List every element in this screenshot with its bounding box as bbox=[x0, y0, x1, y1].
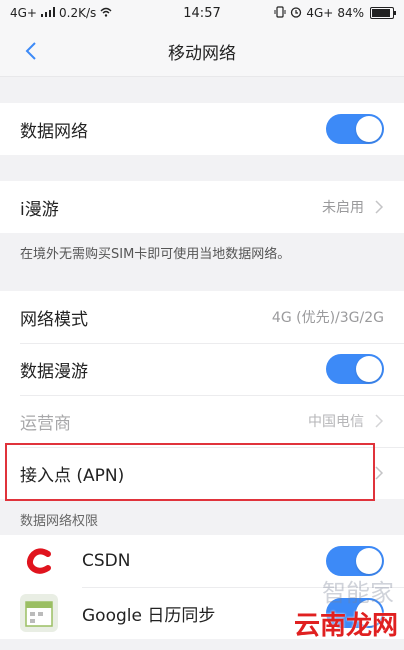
mobile-data-toggle[interactable] bbox=[326, 114, 384, 144]
signal-bars-icon bbox=[41, 6, 55, 20]
csdn-app-icon bbox=[20, 542, 58, 580]
battery-percent: 84% bbox=[337, 6, 364, 20]
network-speed: 0.2K/s bbox=[59, 6, 97, 20]
alarm-icon bbox=[290, 6, 302, 21]
page-title: 移动网络 bbox=[168, 43, 236, 64]
mobile-data-label: 数据网络 bbox=[20, 121, 88, 142]
data-permission-header: 数据网络权限 bbox=[20, 514, 99, 529]
wifi-icon bbox=[100, 6, 112, 20]
google-calendar-app-icon bbox=[20, 594, 58, 632]
iroaming-row[interactable]: i漫游 未启用 bbox=[0, 181, 404, 233]
network-mode-value: 4G (优先)/3G/2G bbox=[271, 310, 384, 326]
csdn-data-toggle[interactable] bbox=[326, 546, 384, 576]
data-roaming-label: 数据漫游 bbox=[20, 361, 88, 382]
carrier-label: 运营商 bbox=[20, 413, 71, 434]
watermark-faint: 智能家 bbox=[322, 579, 394, 607]
carrier-value: 中国电信 bbox=[308, 414, 364, 430]
mobile-data-row[interactable]: 数据网络 bbox=[0, 103, 404, 155]
status-bar: 4G+ 0.2K/s 14:57 4G+ 84% bbox=[0, 0, 404, 26]
iroaming-description: 在境外无需购买SIM卡即可使用当地数据网络。 bbox=[0, 233, 404, 273]
battery-icon bbox=[370, 7, 396, 19]
network-mode-row[interactable]: 网络模式 4G (优先)/3G/2G bbox=[0, 291, 404, 343]
back-button[interactable] bbox=[16, 36, 46, 66]
chevron-right-icon bbox=[375, 414, 384, 428]
network-mode-label: 网络模式 bbox=[20, 309, 88, 330]
data-roaming-row[interactable]: 数据漫游 bbox=[0, 343, 404, 395]
app-name: Google 日历同步 bbox=[82, 605, 216, 626]
carrier-row: 运营商 中国电信 bbox=[0, 395, 404, 447]
network-type: 4G+ bbox=[306, 6, 334, 20]
data-roaming-toggle[interactable] bbox=[326, 354, 384, 384]
iroaming-label: i漫游 bbox=[20, 199, 59, 220]
signal-indicator: 4G+ bbox=[10, 6, 37, 20]
chevron-left-icon bbox=[25, 42, 36, 60]
apn-row[interactable]: 接入点 (APN) bbox=[0, 447, 404, 499]
vibrate-icon bbox=[274, 5, 286, 21]
navigation-bar: 移动网络 bbox=[0, 26, 404, 77]
app-name: CSDN bbox=[82, 551, 131, 571]
apn-label: 接入点 (APN) bbox=[20, 465, 125, 486]
watermark: 云南龙网 bbox=[293, 611, 398, 641]
chevron-right-icon bbox=[375, 466, 384, 480]
iroaming-status: 未启用 bbox=[322, 200, 364, 216]
chevron-right-icon bbox=[375, 200, 384, 214]
